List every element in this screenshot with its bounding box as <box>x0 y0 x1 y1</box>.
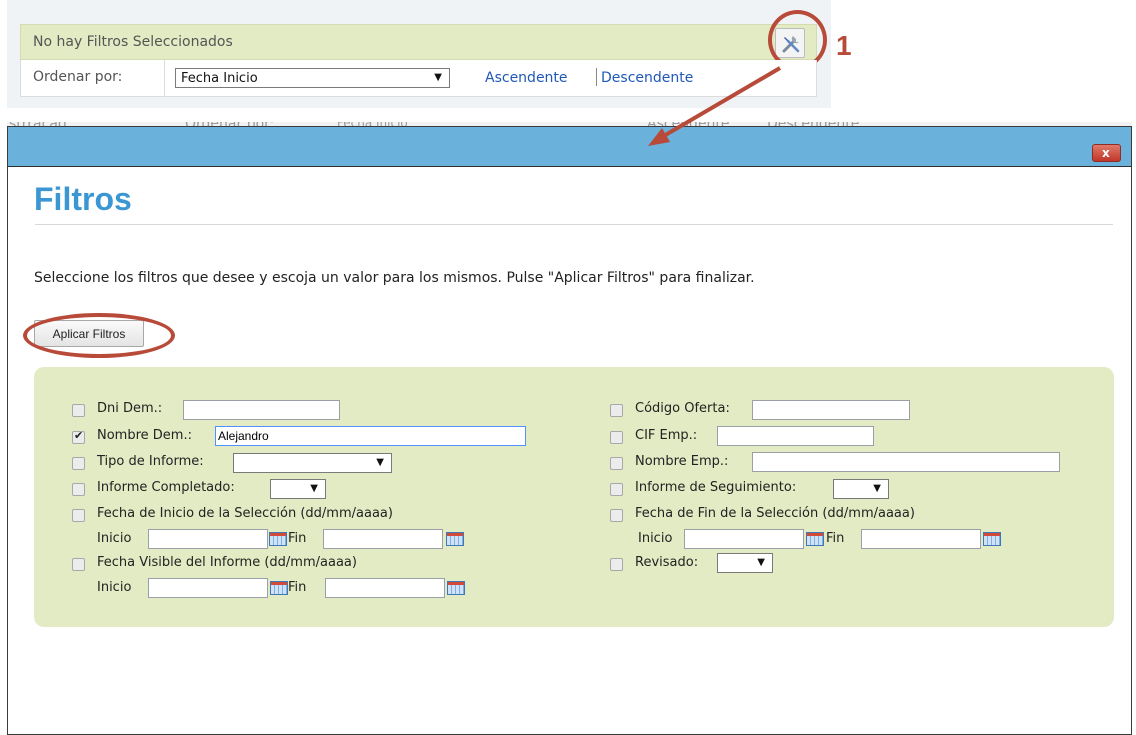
sort-row: Ordenar por: Fecha Inicio ▼ Ascendente D… <box>20 60 817 97</box>
ascending-link[interactable]: Ascendente <box>485 70 568 86</box>
nombre-emp-checkbox[interactable] <box>610 457 623 470</box>
close-icon: x <box>1102 146 1110 160</box>
fecha-fin-start-label: Inicio <box>638 531 673 546</box>
codigo-oferta-input[interactable] <box>752 400 910 420</box>
fecha-inicio-label: Fecha de Inicio de la Selección (dd/mm/a… <box>97 506 393 521</box>
filters-panel: Dni Dem.: Nombre Dem.: Tipo de Informe: … <box>34 367 1114 627</box>
informe-seguimiento-checkbox[interactable] <box>610 483 623 496</box>
heading-divider <box>35 224 1113 225</box>
filter-status-bar: No hay Filtros Seleccionados <box>20 24 817 60</box>
fecha-visible-start-input[interactable] <box>148 578 268 598</box>
dropdown-arrow-icon: ▼ <box>376 457 384 468</box>
calendar-icon[interactable] <box>806 532 824 546</box>
dni-checkbox[interactable] <box>72 404 85 417</box>
dropdown-arrow-icon: ▼ <box>873 483 881 494</box>
dropdown-arrow-icon: ▼ <box>434 72 442 83</box>
informe-completado-label: Informe Completado: <box>97 480 235 495</box>
order-by-select[interactable]: Fecha Inicio ▼ <box>175 68 450 88</box>
fecha-fin-label: Fecha de Fin de la Selección (dd/mm/aaaa… <box>635 506 915 521</box>
order-by-label: Ordenar por: <box>33 69 123 85</box>
fecha-visible-start-label: Inicio <box>97 580 132 595</box>
cif-emp-input[interactable] <box>717 426 874 446</box>
informe-seguimiento-label: Informe de Seguimiento: <box>635 480 797 495</box>
divider <box>164 60 165 96</box>
nombre-emp-label: Nombre Emp.: <box>635 454 729 469</box>
informe-completado-checkbox[interactable] <box>72 483 85 496</box>
annotation-number: 1 <box>836 30 852 61</box>
fecha-inicio-start-label: Inicio <box>97 531 132 546</box>
dni-input[interactable] <box>183 400 340 420</box>
nombre-dem-input[interactable] <box>215 426 526 446</box>
fecha-inicio-checkbox[interactable] <box>72 509 85 522</box>
instructions-text: Seleccione los filtros que desee y escoj… <box>34 270 755 286</box>
informe-completado-select[interactable]: ▼ <box>270 479 326 499</box>
dropdown-arrow-icon: ▼ <box>757 557 765 568</box>
annotation-circle-apply <box>23 313 175 358</box>
fecha-visible-checkbox[interactable] <box>72 558 85 571</box>
revisado-label: Revisado: <box>635 555 699 570</box>
fecha-fin-end-label: Fin <box>826 531 845 546</box>
fecha-visible-label: Fecha Visible del Informe (dd/mm/aaaa) <box>97 555 357 570</box>
nombre-dem-checkbox[interactable] <box>72 429 85 444</box>
fecha-fin-checkbox[interactable] <box>610 509 623 522</box>
calendar-icon[interactable] <box>447 581 465 595</box>
no-filters-message: No hay Filtros Seleccionados <box>33 34 233 50</box>
calendar-icon[interactable] <box>269 532 287 546</box>
close-button[interactable]: x <box>1092 144 1121 162</box>
descending-link[interactable]: Descendente <box>601 70 693 86</box>
calendar-icon[interactable] <box>446 532 464 546</box>
calendar-icon[interactable] <box>983 532 1001 546</box>
tipo-informe-checkbox[interactable] <box>72 457 85 470</box>
revisado-select[interactable]: ▼ <box>717 553 773 573</box>
informe-seguimiento-select[interactable]: ▼ <box>833 479 889 499</box>
fecha-visible-end-label: Fin <box>288 580 307 595</box>
fecha-visible-end-input[interactable] <box>325 578 445 598</box>
dropdown-arrow-icon: ▼ <box>310 483 318 494</box>
fecha-inicio-end-label: Fin <box>288 531 307 546</box>
tipo-informe-select[interactable]: ▼ <box>233 453 392 473</box>
nombre-dem-label: Nombre Dem.: <box>97 428 192 443</box>
tipo-informe-label: Tipo de Informe: <box>97 454 204 469</box>
cif-emp-label: CIF Emp.: <box>635 428 698 443</box>
fecha-inicio-start-input[interactable] <box>148 529 268 549</box>
revisado-checkbox[interactable] <box>610 558 623 571</box>
fecha-fin-end-input[interactable] <box>861 529 981 549</box>
link-separator <box>596 68 597 86</box>
order-by-value: Fecha Inicio <box>181 71 258 86</box>
dni-label: Dni Dem.: <box>97 401 163 416</box>
filters-dialog: x Filtros Seleccione los filtros que des… <box>7 126 1132 735</box>
codigo-oferta-checkbox[interactable] <box>610 404 623 417</box>
dialog-title-bar: x <box>8 127 1131 167</box>
cif-emp-checkbox[interactable] <box>610 431 623 444</box>
fecha-inicio-end-input[interactable] <box>323 529 443 549</box>
nombre-emp-input[interactable] <box>752 452 1060 472</box>
dialog-heading: Filtros <box>34 181 132 217</box>
codigo-oferta-label: Código Oferta: <box>635 401 730 416</box>
fecha-fin-start-input[interactable] <box>684 529 804 549</box>
calendar-icon[interactable] <box>270 581 288 595</box>
